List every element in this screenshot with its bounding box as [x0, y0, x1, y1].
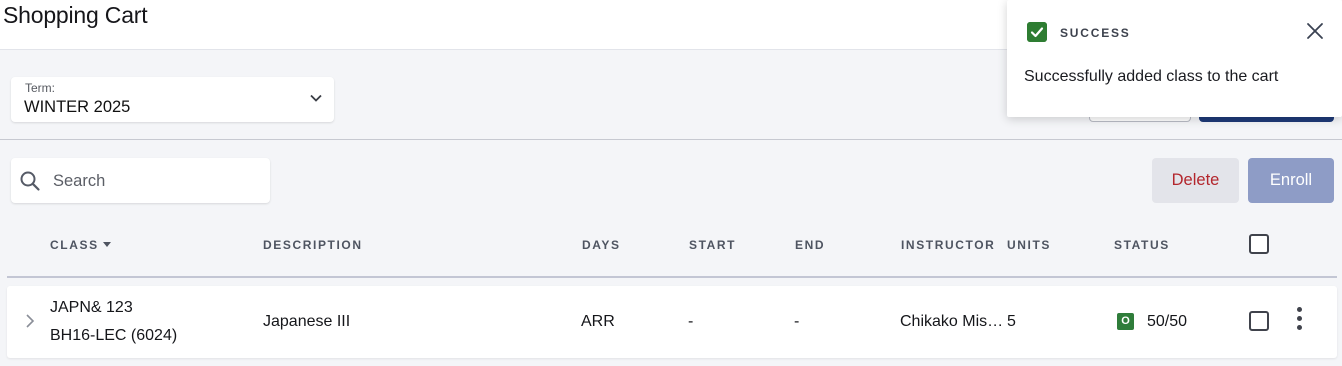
- select-all-checkbox[interactable]: [1249, 234, 1269, 254]
- class-end: -: [794, 313, 800, 330]
- table-row[interactable]: JAPN& 123 BH16-LEC (6024) Japanese III A…: [7, 286, 1337, 358]
- class-seats: 50/50: [1147, 313, 1188, 330]
- check-icon: [1027, 22, 1047, 42]
- column-header-start: START: [689, 238, 737, 252]
- delete-button[interactable]: Delete: [1152, 158, 1239, 203]
- success-toast: SUCCESS Successfully added class to the …: [1007, 0, 1342, 117]
- section-divider: [0, 139, 1342, 140]
- class-section: BH16-LEC (6024): [50, 327, 178, 344]
- class-units: 5: [1007, 313, 1016, 330]
- term-select[interactable]: Term: WINTER 2025: [11, 77, 334, 122]
- more-options-icon[interactable]: [1293, 307, 1305, 335]
- class-days: ARR: [581, 313, 615, 330]
- toast-message: Successfully added class to the cart: [1024, 68, 1279, 85]
- search-box[interactable]: [11, 158, 270, 203]
- page-title: Shopping Cart: [3, 2, 148, 28]
- close-icon[interactable]: [1306, 22, 1324, 40]
- table-header-divider: [7, 276, 1337, 278]
- search-icon: [20, 171, 40, 191]
- enroll-button[interactable]: Enroll: [1248, 158, 1334, 203]
- chevron-right-icon[interactable]: [24, 313, 36, 329]
- class-instructor: Chikako Mis…: [900, 313, 1004, 330]
- chevron-down-icon: [310, 94, 322, 102]
- class-code: JAPN& 123: [50, 299, 133, 316]
- column-header-class-label: CLASS: [50, 238, 99, 252]
- toast-title: SUCCESS: [1060, 26, 1131, 40]
- column-header-instructor: INSTRUCTOR: [901, 238, 996, 252]
- sort-caret-icon: [102, 242, 111, 247]
- search-input[interactable]: [53, 168, 253, 194]
- column-header-class[interactable]: CLASS: [50, 238, 111, 252]
- column-header-days: DAYS: [582, 238, 621, 252]
- column-header-description: DESCRIPTION: [263, 238, 363, 252]
- status-badge: O: [1117, 313, 1134, 330]
- row-checkbox[interactable]: [1249, 311, 1269, 331]
- term-value: WINTER 2025: [24, 98, 131, 116]
- column-header-status: STATUS: [1114, 238, 1170, 252]
- class-start: -: [688, 313, 694, 330]
- column-header-end: END: [795, 238, 826, 252]
- term-label: Term:: [25, 81, 55, 95]
- column-header-units: UNITS: [1007, 238, 1051, 252]
- class-description: Japanese III: [263, 313, 351, 330]
